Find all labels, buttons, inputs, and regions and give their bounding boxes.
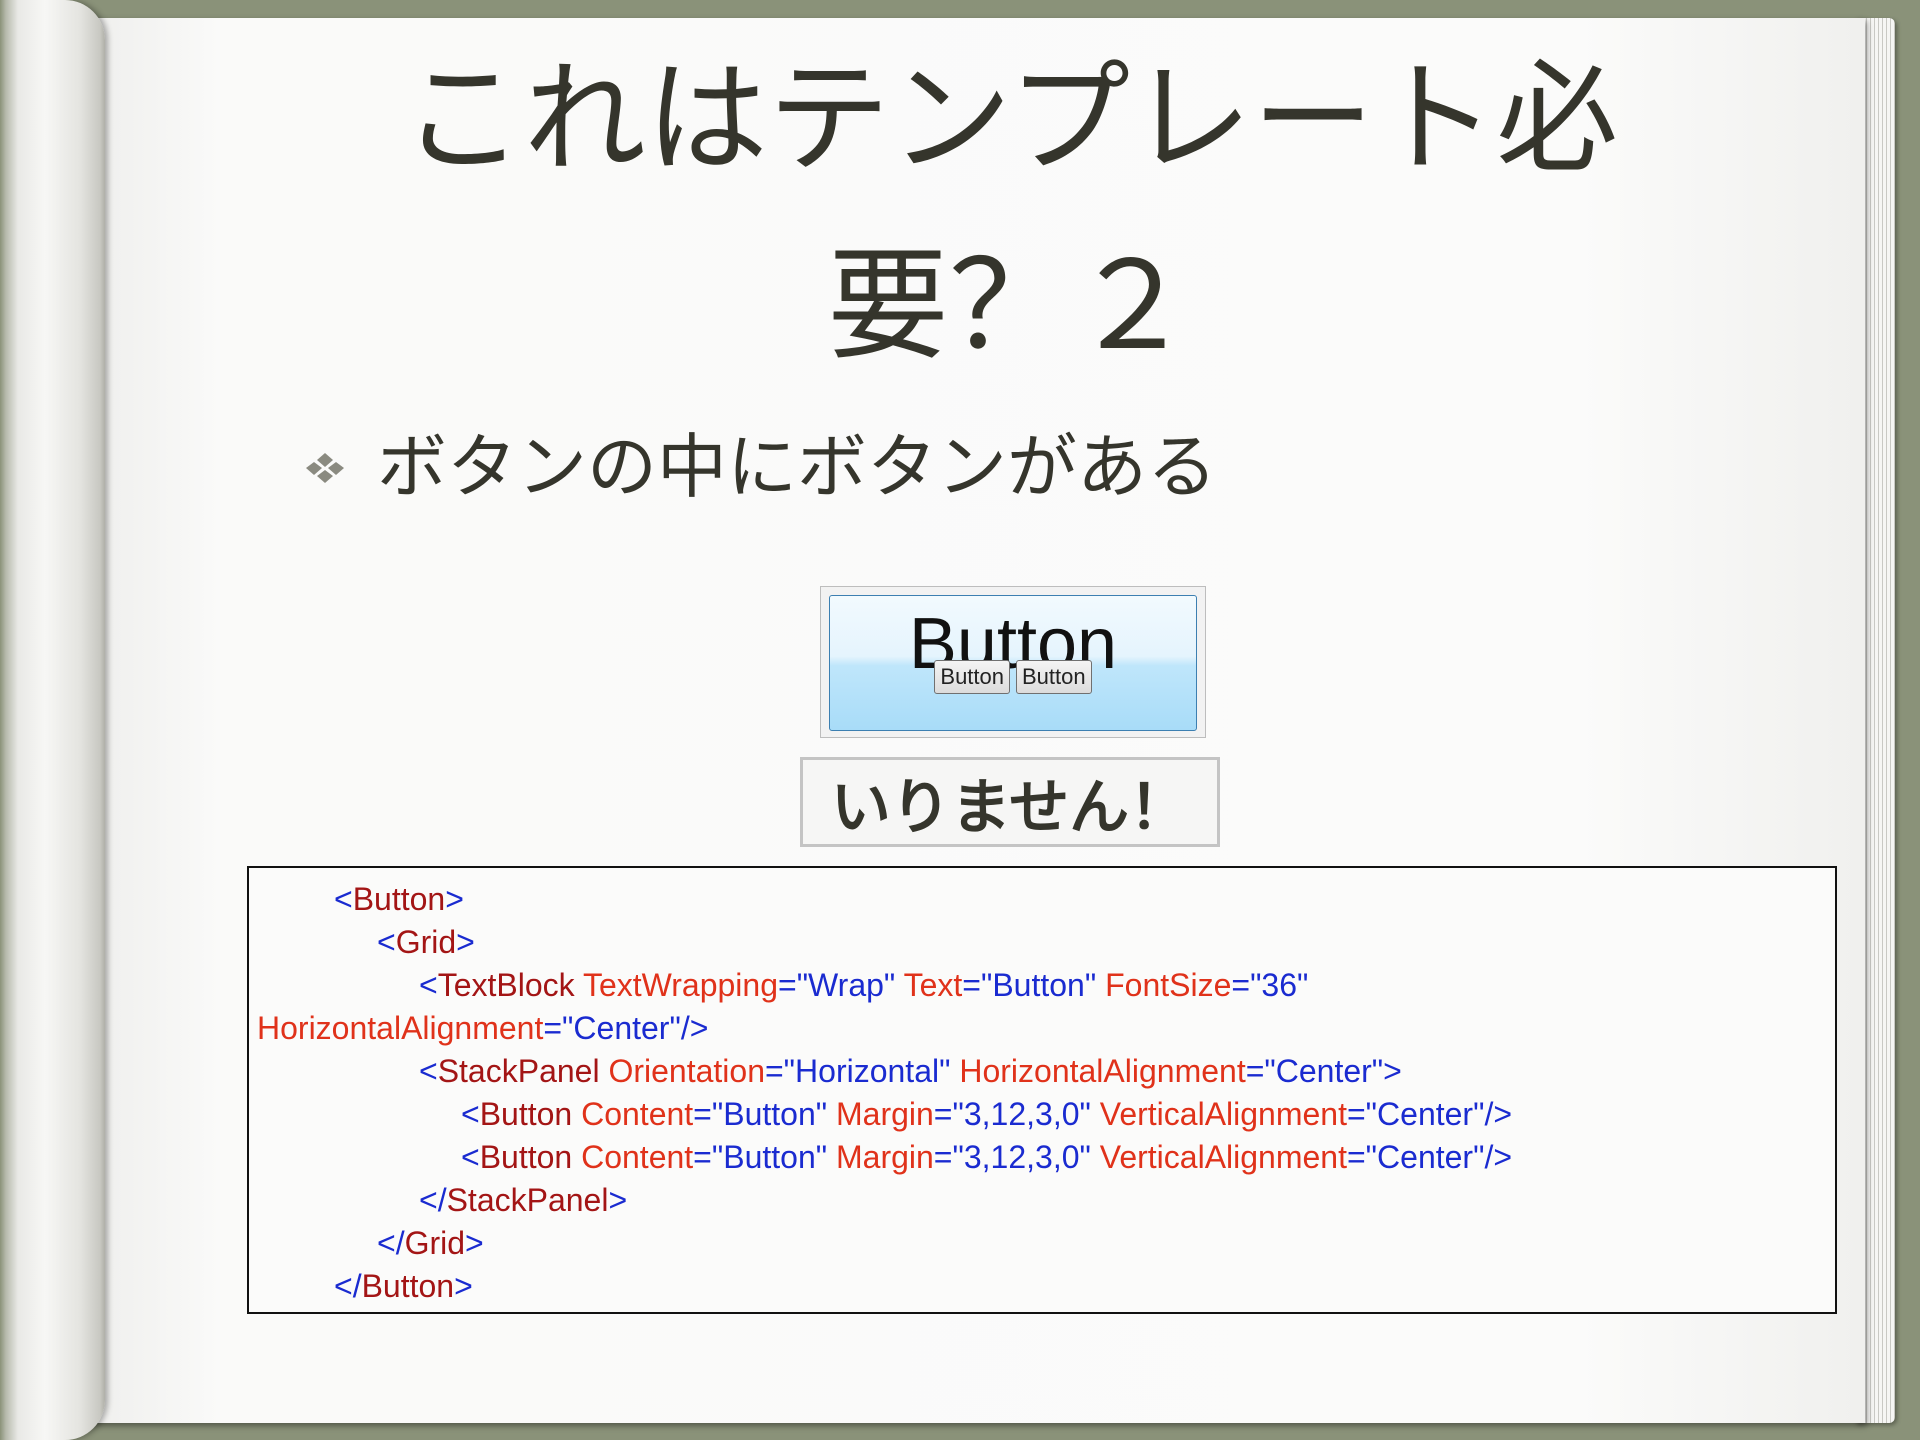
code-token: Button: [723, 1139, 816, 1175]
code-token: 3,12,3,0: [963, 1139, 1080, 1175]
code-token: =": [1346, 1096, 1378, 1132]
code-token: Content: [581, 1139, 694, 1175]
code-token: FontSize: [1105, 967, 1232, 1003]
code-line: <StackPanel Orientation="Horizontal" Hor…: [249, 1050, 1835, 1093]
bullet-item: ボタンの中にボタンがある: [295, 422, 1217, 512]
code-token: HorizontalAlignment: [959, 1053, 1246, 1089]
slide-title-line-2: 要？２: [827, 235, 1193, 377]
demo-inner-button[interactable]: Button: [1016, 660, 1092, 695]
code-token: >: [608, 1182, 628, 1218]
code-line: <Grid>: [249, 921, 1835, 964]
code-token: Wrap: [808, 967, 884, 1003]
code-token: 3,12,3,0: [963, 1096, 1080, 1132]
code-token: Button: [479, 1139, 573, 1175]
code-token: </: [377, 1225, 405, 1261]
code-token: </: [334, 1268, 362, 1304]
code-token: Center: [1275, 1053, 1372, 1089]
code-token: =": [1346, 1139, 1378, 1175]
code-token: VerticalAlignment: [1099, 1096, 1347, 1132]
book-binding: [0, 0, 105, 1440]
code-token: <: [334, 881, 353, 917]
bullet-text: ボタンの中にボタンがある: [377, 426, 1217, 508]
code-token: Button: [992, 967, 1085, 1003]
code-token: "/>: [1473, 1139, 1513, 1175]
code-token: ": [1079, 1096, 1100, 1132]
code-token: ": [1084, 967, 1106, 1003]
code-token: Button: [361, 1268, 455, 1304]
code-token: >: [465, 1225, 484, 1261]
code-token: Center: [573, 1010, 670, 1046]
code-token: Text: [903, 967, 963, 1003]
code-token: Orientation: [608, 1053, 765, 1089]
code-token: ">: [1371, 1053, 1402, 1089]
code-token: Center: [1377, 1096, 1474, 1132]
code-token: >: [456, 924, 475, 960]
code-token: TextBlock: [437, 967, 575, 1003]
code-token: =": [543, 1010, 574, 1046]
code-token: <: [377, 924, 396, 960]
diamond-cluster-icon: [295, 447, 355, 487]
code-token: "/>: [669, 1010, 709, 1046]
code-token: StackPanel: [446, 1182, 609, 1218]
demo-stack-panel: Button Button: [830, 660, 1196, 695]
code-token: =": [962, 967, 993, 1003]
code-token: =": [1231, 967, 1262, 1003]
code-token: =": [1245, 1053, 1276, 1089]
code-token: Horizontal: [795, 1053, 940, 1089]
demo-screenshot: Button Button Button: [820, 586, 1206, 738]
slide-title-line-1: これはテンプレート必: [401, 48, 1619, 190]
code-line: <TextBlock TextWrapping="Wrap" Text="But…: [249, 964, 1835, 1007]
code-token: "/>: [1473, 1096, 1513, 1132]
code-token: Content: [581, 1096, 694, 1132]
code-token: Grid: [395, 924, 457, 960]
code-token: HorizontalAlignment: [257, 1010, 544, 1046]
code-token: ": [815, 1096, 836, 1132]
code-line: </StackPanel>: [249, 1179, 1835, 1222]
code-token: <: [461, 1096, 480, 1132]
code-token: =": [693, 1139, 724, 1175]
code-token: <: [461, 1139, 480, 1175]
code-line: HorizontalAlignment="Center"/>: [249, 1007, 1835, 1050]
code-token: ": [1079, 1139, 1100, 1175]
code-token: Button: [479, 1096, 573, 1132]
code-token: ": [939, 1053, 960, 1089]
code-token: ": [883, 967, 904, 1003]
code-token: >: [445, 881, 464, 917]
demo-outer-button[interactable]: Button Button Button: [829, 595, 1197, 731]
code-line: </Button>: [249, 1265, 1835, 1308]
demo-inner-button[interactable]: Button: [934, 660, 1010, 695]
code-token: =": [933, 1139, 964, 1175]
code-line: <Button>: [249, 878, 1835, 921]
code-token: =": [693, 1096, 724, 1132]
caption-box: いりません！: [800, 757, 1220, 847]
code-token: ": [1297, 967, 1309, 1003]
code-token: >: [454, 1268, 473, 1304]
code-line: <Button Content="Button" Margin="3,12,3,…: [249, 1136, 1835, 1179]
code-token: VerticalAlignment: [1099, 1139, 1347, 1175]
code-token: =": [778, 967, 809, 1003]
code-token: <: [419, 1053, 438, 1089]
code-token: TextWrapping: [582, 967, 778, 1003]
code-token: Margin: [835, 1096, 934, 1132]
code-token: Grid: [404, 1225, 466, 1261]
code-token: ": [815, 1139, 836, 1175]
code-token: </: [419, 1182, 447, 1218]
code-token: StackPanel: [437, 1053, 600, 1089]
code-token: Button: [723, 1096, 816, 1132]
code-token: 36: [1261, 967, 1298, 1003]
code-token: Center: [1377, 1139, 1474, 1175]
code-token: =": [764, 1053, 796, 1089]
code-line: </Grid>: [249, 1222, 1835, 1265]
code-block: <Button> <Grid> <TextBlock TextWrapping="W…: [247, 866, 1837, 1314]
code-token: Button: [352, 881, 446, 917]
code-token: Margin: [835, 1139, 934, 1175]
code-line: <Button Content="Button" Margin="3,12,3,…: [249, 1093, 1835, 1136]
code-token: <: [419, 967, 438, 1003]
code-token: =": [933, 1096, 964, 1132]
